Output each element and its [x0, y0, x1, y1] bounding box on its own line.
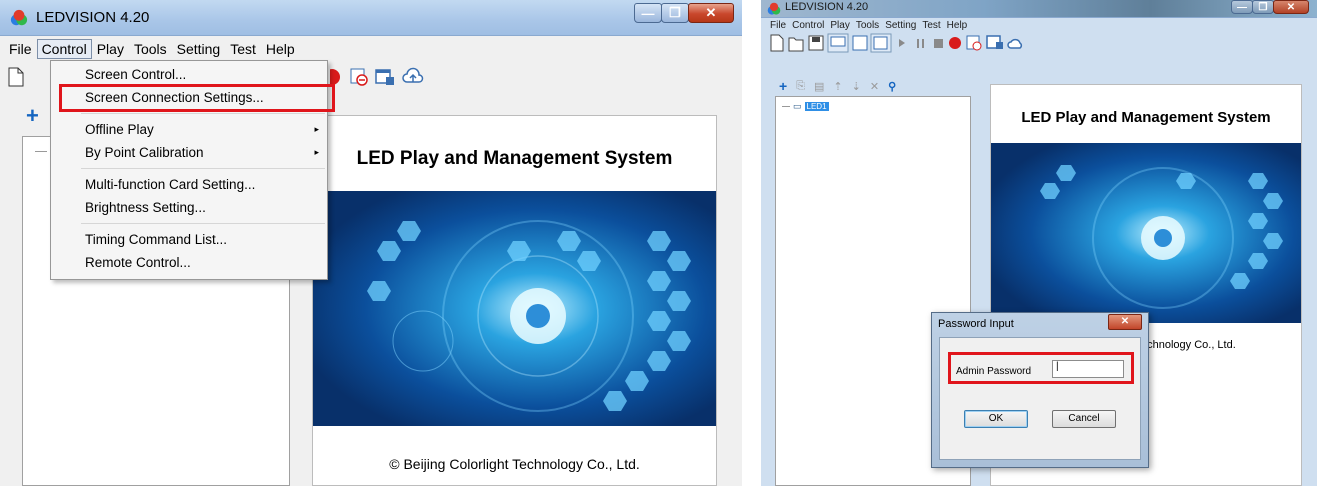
menu-item-label: Brightness Setting... — [85, 200, 206, 215]
ok-button[interactable]: OK — [964, 410, 1028, 428]
monitor-icon: ▭ — [793, 101, 802, 111]
menu-item-offline-play[interactable]: Offline Play ▸ — [51, 118, 327, 141]
cloud-upload-icon — [1007, 38, 1023, 49]
screen-icon — [827, 33, 849, 53]
dialog-body: Admin Password | OK Cancel — [939, 337, 1141, 460]
menu-separator — [81, 223, 325, 224]
submenu-arrow-icon: ▸ — [314, 124, 319, 134]
new-file-icon[interactable] — [6, 66, 26, 88]
menu-item-label: By Point Calibration — [85, 145, 204, 160]
menu-item-brightness-setting[interactable]: Brightness Setting... — [51, 196, 327, 219]
new-file-icon — [770, 34, 784, 52]
menu-item-label: Offline Play — [85, 122, 154, 137]
menu-separator — [81, 113, 325, 114]
save-icon — [808, 35, 824, 51]
add-icon[interactable]: + — [779, 78, 787, 94]
menu-item-label: Remote Control... — [85, 255, 191, 270]
maximize-button[interactable]: ❐ — [661, 3, 689, 23]
window-title: LEDVISION 4.20 — [36, 9, 150, 26]
menu-tools[interactable]: Tools — [129, 39, 172, 59]
banner-title: LED Play and Management System — [1021, 109, 1271, 126]
menu-test[interactable]: Test — [919, 20, 943, 31]
ledvision-window-left: LEDVISION 4.20 — ❐ ✕ File Control Play T… — [0, 0, 742, 486]
menu-item-screen-control[interactable]: Screen Control... — [51, 63, 327, 86]
window-title: LEDVISION 4.20 — [785, 1, 869, 13]
app-logo-icon — [767, 2, 781, 15]
menu-item-remote-control[interactable]: Remote Control... — [51, 251, 327, 274]
menu-item-label: Multi-function Card Setting... — [85, 177, 256, 192]
move-down-icon[interactable]: ⇣ — [852, 80, 861, 93]
menu-item-multi-function-card-setting[interactable]: Multi-function Card Setting... — [51, 173, 327, 196]
close-button[interactable]: ✕ — [1273, 0, 1309, 14]
highlight-box — [948, 352, 1134, 384]
move-up-icon[interactable]: ⇡ — [833, 80, 842, 93]
minimize-button[interactable]: — — [1231, 0, 1253, 14]
schedule-off-icon[interactable] — [348, 66, 370, 88]
play-icon — [899, 39, 905, 47]
password-input-dialog: Password Input ✕ Admin Password | OK Can… — [931, 312, 1149, 468]
lock-screen-icon[interactable] — [374, 66, 396, 88]
search-icon[interactable]: ⚲ — [888, 80, 896, 93]
menu-setting[interactable]: Setting — [882, 20, 919, 31]
delete-icon[interactable]: ✕ — [870, 80, 879, 93]
minimize-button[interactable]: — — [634, 3, 662, 23]
close-button[interactable]: ✕ — [688, 3, 734, 23]
menu-bar: File Control Play Tools Setting Test Hel… — [0, 36, 742, 62]
edit-icon — [870, 33, 892, 53]
record-icon — [949, 37, 961, 49]
ledvision-window-right: LEDVISION 4.20 — ❐ ✕ File Control Play T… — [761, 0, 1317, 486]
toolbar — [761, 32, 1317, 54]
menu-bar: File Control Play Tools Setting Test Hel… — [761, 18, 1317, 32]
pause-icon — [917, 39, 924, 48]
menu-item-label: Screen Control... — [85, 67, 187, 82]
schedule-off-icon — [966, 35, 982, 51]
cancel-button[interactable]: Cancel — [1052, 410, 1116, 428]
menu-control[interactable]: Control — [36, 39, 92, 59]
menu-tools[interactable]: Tools — [853, 20, 882, 31]
menu-separator — [81, 168, 325, 169]
banner-graphic — [313, 191, 716, 426]
menu-item-by-point-calibration[interactable]: By Point Calibration ▸ — [51, 141, 327, 164]
lock-screen-icon — [986, 35, 1003, 49]
dialog-title: Password Input — [938, 318, 1014, 330]
paste-icon[interactable]: ▤ — [814, 80, 824, 93]
maximize-button[interactable]: ❐ — [1252, 0, 1274, 14]
menu-file[interactable]: File — [767, 20, 789, 31]
highlight-box — [59, 84, 335, 112]
menu-play[interactable]: Play — [92, 39, 129, 59]
copyright-text: echnology Co., Ltd. — [1141, 339, 1236, 351]
menu-item-timing-command-list[interactable]: Timing Command List... — [51, 228, 327, 251]
tree-item-label: LED1 — [804, 102, 829, 111]
menu-play[interactable]: Play — [827, 20, 852, 31]
title-bar[interactable]: LEDVISION 4.20 — ❐ ✕ — [0, 0, 742, 36]
dialog-close-button[interactable]: ✕ — [1108, 314, 1142, 330]
title-bar[interactable]: LEDVISION 4.20 — ❐ ✕ — [761, 0, 1317, 18]
menu-file[interactable]: File — [4, 39, 37, 59]
submenu-arrow-icon: ▸ — [314, 147, 319, 157]
banner-graphic — [991, 143, 1301, 323]
menu-help[interactable]: Help — [261, 39, 300, 59]
copyright-text: © Beijing Colorlight Technology Co., Ltd… — [389, 456, 640, 472]
open-folder-icon — [788, 37, 804, 52]
menu-help[interactable]: Help — [944, 20, 971, 31]
menu-control[interactable]: Control — [789, 20, 827, 31]
welcome-banner: LED Play and Management System — [312, 115, 717, 486]
banner-title: LED Play and Management System — [356, 148, 673, 169]
stop-icon — [934, 39, 943, 48]
app-logo-icon — [10, 9, 28, 26]
copy-icon[interactable]: ⎘ — [796, 80, 805, 93]
tree-item-led1[interactable]: ▭ LED1 — [782, 101, 829, 112]
add-icon[interactable]: + — [26, 105, 44, 127]
menu-test[interactable]: Test — [225, 39, 261, 59]
menu-item-label: Timing Command List... — [85, 232, 228, 247]
cloud-upload-icon[interactable] — [402, 66, 424, 88]
window-icon — [852, 35, 868, 51]
menu-setting[interactable]: Setting — [172, 39, 226, 59]
